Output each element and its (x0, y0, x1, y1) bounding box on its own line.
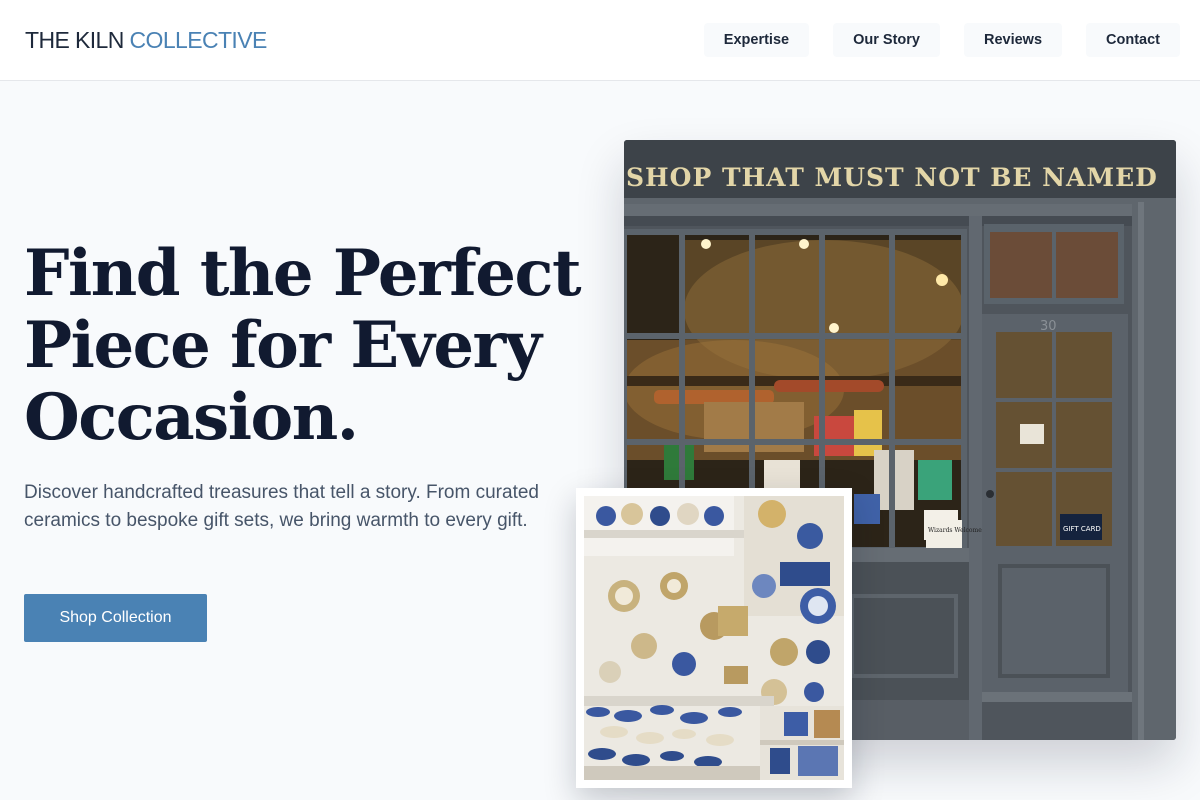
nav-link-contact[interactable]: Contact (1086, 23, 1180, 57)
pottery-image (576, 488, 852, 788)
shop-collection-button[interactable]: Shop Collection (24, 594, 207, 642)
hero-title: Find the Perfect Piece for Every Occasio… (24, 236, 582, 455)
logo-text-primary: THE KILN (25, 27, 124, 53)
site-header: THE KILN COLLECTIVE Expertise Our Story … (0, 0, 1200, 81)
shop-sign-text: SHOP THAT MUST NOT BE NAMED (626, 163, 1158, 192)
door-sign-text: Wizards Welcome (928, 527, 982, 534)
gift-card-text: GIFT CARD (1063, 525, 1101, 533)
nav-link-expertise[interactable]: Expertise (703, 23, 810, 57)
site-logo[interactable]: THE KILN COLLECTIVE (25, 26, 267, 54)
nav-link-our-story[interactable]: Our Story (833, 23, 940, 57)
main-nav: Expertise Our Story Reviews Contact (680, 23, 1180, 57)
door-number: 30 (1040, 319, 1057, 334)
logo-text-accent: COLLECTIVE (129, 27, 268, 53)
nav-link-reviews[interactable]: Reviews (963, 23, 1063, 57)
hero-subtitle: Discover handcrafted treasures that tell… (24, 482, 539, 531)
